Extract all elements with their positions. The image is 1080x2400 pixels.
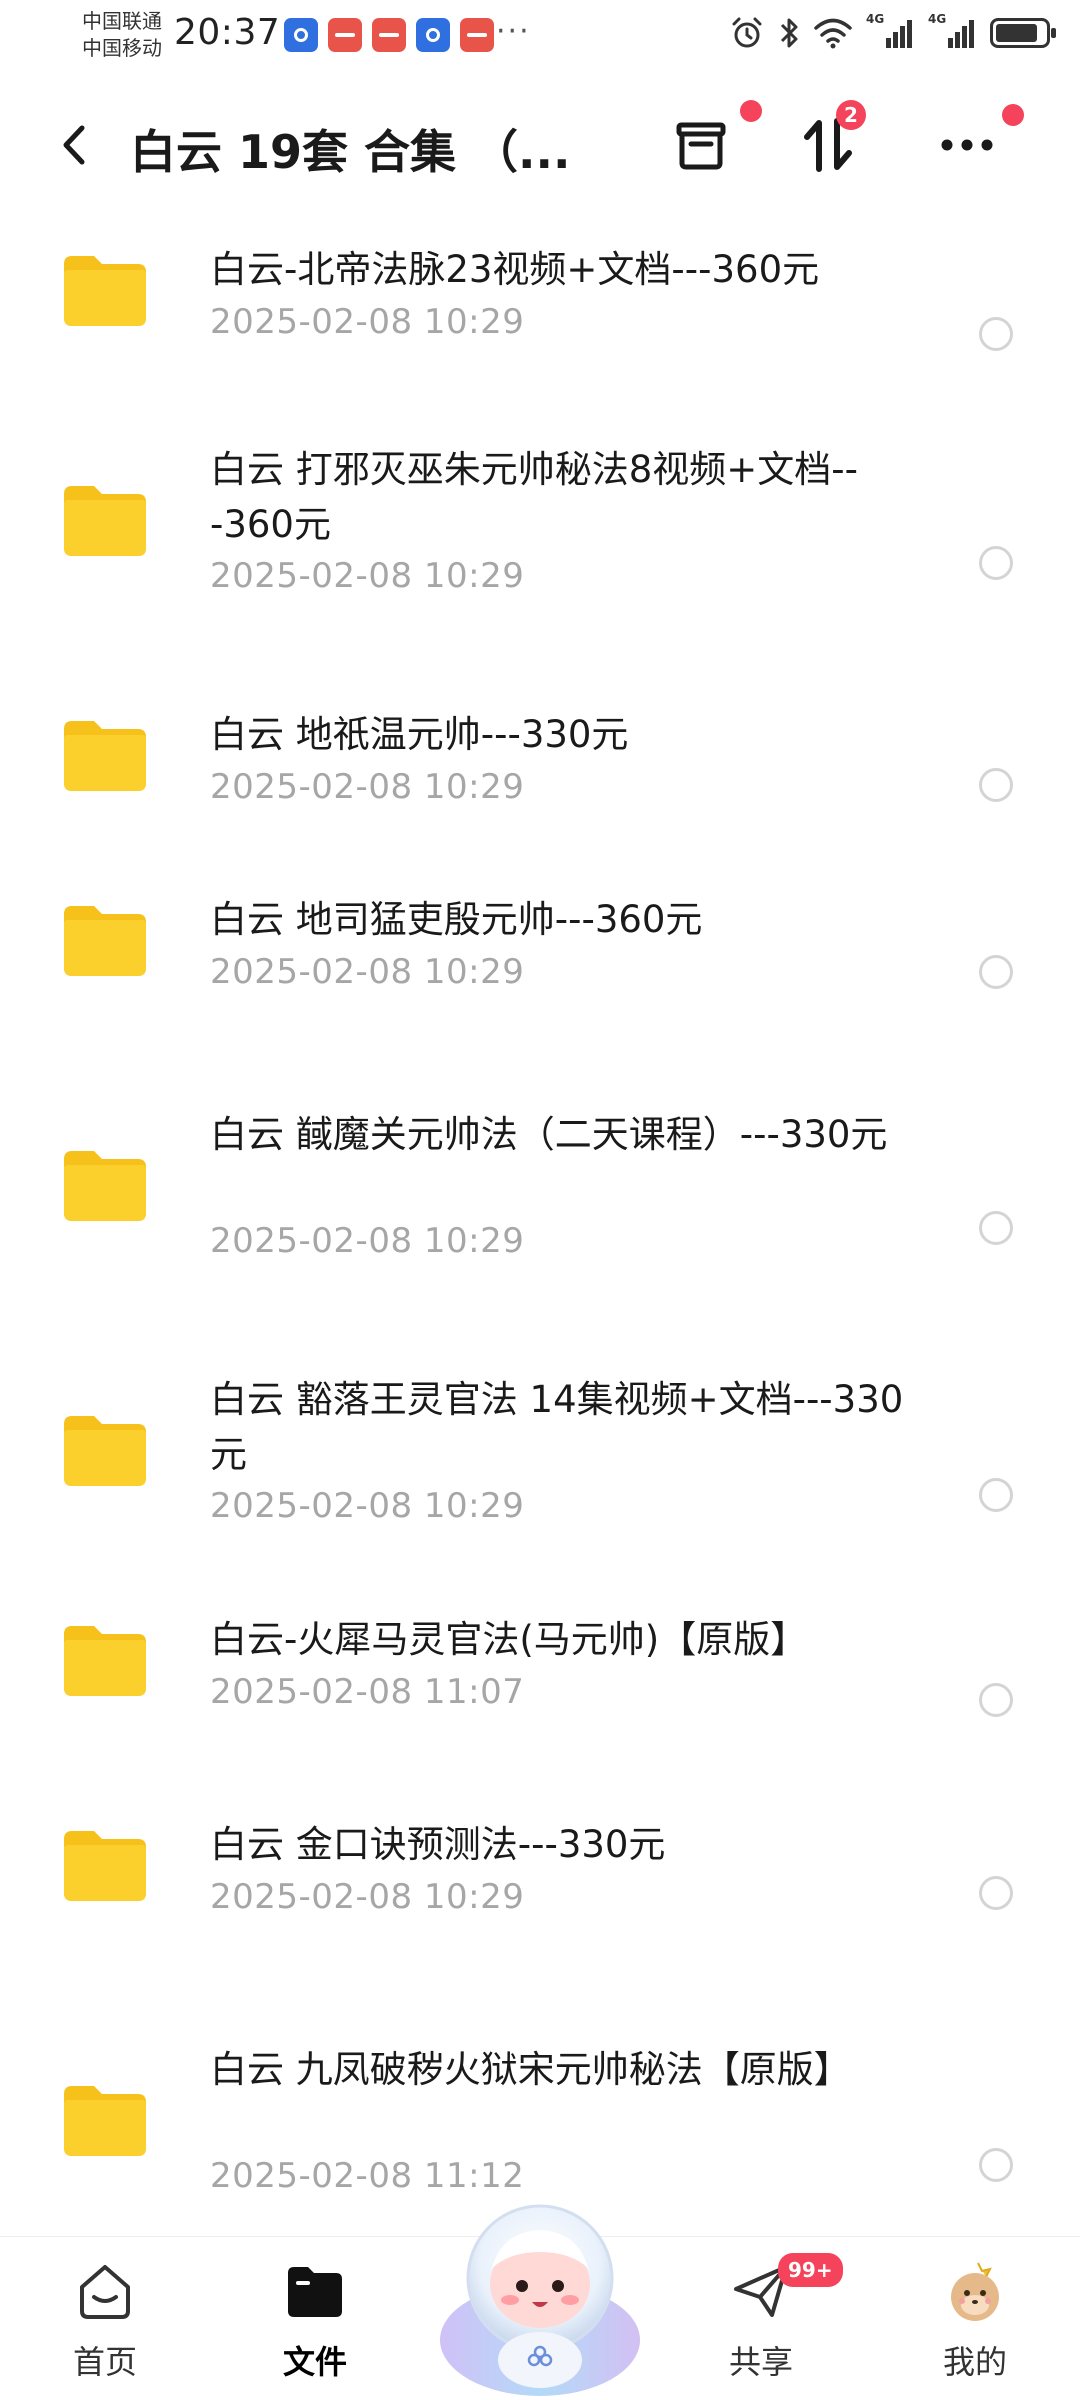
file-row[interactable]: 白云 馘魔关元帅法（二天课程）---330元 2025-02-08 10:29 — [0, 1079, 1080, 1344]
carrier-info: 中国联通 中国移动 — [82, 8, 162, 62]
file-date: 2025-02-08 10:29 — [210, 767, 525, 807]
huawei-notification-icon — [328, 18, 362, 52]
file-name: 白云 地祇温元帅---330元 — [210, 713, 629, 756]
carrier-2: 中国移动 — [82, 36, 162, 60]
back-icon[interactable] — [50, 120, 100, 170]
select-radio[interactable] — [979, 1211, 1013, 1245]
file-date: 2025-02-08 10:29 — [210, 1221, 525, 1261]
file-row[interactable]: 白云 地司猛吏殷元帅---360元 2025-02-08 10:29 — [0, 864, 1080, 1079]
file-date: 2025-02-08 10:29 — [210, 302, 525, 342]
nav-share-label: 共享 — [728, 2343, 793, 2381]
folder-icon — [64, 1831, 146, 1901]
file-row[interactable]: 白云-火犀马灵官法(马元帅)【原版】 2025-02-08 11:07 — [0, 1584, 1080, 1789]
transfer-badge: 2 — [836, 100, 866, 130]
more-icon — [941, 139, 993, 151]
file-date: 2025-02-08 11:07 — [210, 1672, 525, 1712]
select-radio[interactable] — [979, 546, 1013, 580]
file-list: 白云-北帝法脉23视频+文档---360元 2025-02-08 10:29 白云… — [0, 214, 1080, 2284]
file-date: 2025-02-08 10:29 — [210, 952, 525, 992]
folder-icon — [64, 1626, 146, 1696]
file-name: 白云-火犀马灵官法(马元帅)【原版】 — [210, 1618, 808, 1661]
battery-icon — [990, 18, 1056, 48]
select-radio[interactable] — [979, 1683, 1013, 1717]
files-icon — [288, 2267, 342, 2317]
folder-icon — [64, 906, 146, 976]
page-title: 白云 19套 合集 （... — [130, 125, 571, 179]
more-notification-dot — [1002, 104, 1024, 126]
app-notification-icon — [284, 18, 318, 52]
app-notification-icon — [416, 18, 450, 52]
archive-button[interactable] — [664, 100, 762, 182]
file-row[interactable]: 白云-北帝法脉23视频+文档---360元 2025-02-08 10:29 — [0, 214, 1080, 414]
huawei-notification-icon — [372, 18, 406, 52]
bluetooth-icon — [780, 18, 798, 48]
file-row[interactable]: 白云 地祇温元帅---330元 2025-02-08 10:29 — [0, 679, 1080, 864]
folder-icon — [64, 256, 146, 326]
file-date: 2025-02-08 10:29 — [210, 1877, 525, 1917]
nav-mine-label: 我的 — [942, 2343, 1007, 2381]
app-header: 白云 19套 合集 （... 2 — [0, 90, 1080, 200]
notification-icons — [284, 18, 494, 52]
share-badge: 99+ — [778, 2253, 843, 2287]
file-date: 2025-02-08 10:29 — [210, 556, 525, 596]
select-radio[interactable] — [979, 317, 1013, 351]
file-name: 白云 打邪灭巫朱元帅秘法8视频+文档---360元 — [210, 448, 859, 546]
file-row[interactable]: 白云 打邪灭巫朱元帅秘法8视频+文档---360元 2025-02-08 10:2… — [0, 414, 1080, 679]
folder-icon — [64, 1416, 146, 1486]
folder-icon — [64, 2086, 146, 2156]
folder-icon — [64, 486, 146, 556]
archive-notification-dot — [740, 100, 762, 122]
select-radio[interactable] — [979, 1478, 1013, 1512]
system-icons: 4G 4G — [730, 12, 1056, 50]
folder-icon — [64, 1151, 146, 1221]
avatar-icon — [951, 2262, 999, 2321]
file-name: 白云 豁落王灵官法 14集视频+文档---330元 — [210, 1378, 904, 1476]
archive-icon — [676, 122, 726, 170]
file-name: 白云 金口诀预测法---330元 — [210, 1823, 666, 1866]
status-bar: 中国联通 中国移动 20:37 ··· 4G 4G — [0, 0, 1080, 72]
nav-mine[interactable]: 我的 — [900, 2259, 1050, 2383]
clock: 20:37 — [174, 12, 281, 53]
nav-files[interactable]: 文件 — [240, 2259, 390, 2383]
alarm-icon — [732, 17, 762, 48]
signal-2-icon: 4G — [928, 12, 976, 50]
more-button[interactable] — [930, 104, 1024, 182]
select-radio[interactable] — [979, 768, 1013, 802]
nav-share[interactable]: 共享 99+ — [686, 2253, 843, 2383]
signal-1-icon: 4G — [866, 12, 914, 50]
more-notifications-indicator: ··· — [496, 14, 531, 49]
select-radio[interactable] — [979, 1876, 1013, 1910]
nav-home-label: 首页 — [72, 2343, 137, 2381]
select-radio[interactable] — [979, 2148, 1013, 2182]
transfer-button[interactable]: 2 — [792, 100, 866, 182]
file-name: 白云 九凤破秽火狱宋元帅秘法【原版】 — [210, 2048, 851, 2091]
huawei-notification-icon — [460, 18, 494, 52]
carrier-1: 中国联通 — [82, 9, 162, 33]
folder-icon — [64, 721, 146, 791]
mascot-center-button[interactable] — [430, 2180, 650, 2400]
file-row[interactable]: 白云 豁落王灵官法 14集视频+文档---330元 2025-02-08 10:2… — [0, 1344, 1080, 1584]
wifi-icon — [814, 18, 852, 49]
home-icon — [80, 2265, 130, 2319]
file-date: 2025-02-08 10:29 — [210, 1486, 525, 1526]
file-row[interactable]: 白云 金口诀预测法---330元 2025-02-08 10:29 — [0, 1789, 1080, 2014]
nav-home[interactable]: 首页 — [30, 2259, 180, 2383]
file-name: 白云 地司猛吏殷元帅---360元 — [210, 898, 703, 941]
nav-files-label: 文件 — [282, 2343, 347, 2381]
select-radio[interactable] — [979, 955, 1013, 989]
file-name: 白云-北帝法脉23视频+文档---360元 — [210, 248, 820, 291]
file-name: 白云 馘魔关元帅法（二天课程）---330元 — [210, 1113, 888, 1156]
